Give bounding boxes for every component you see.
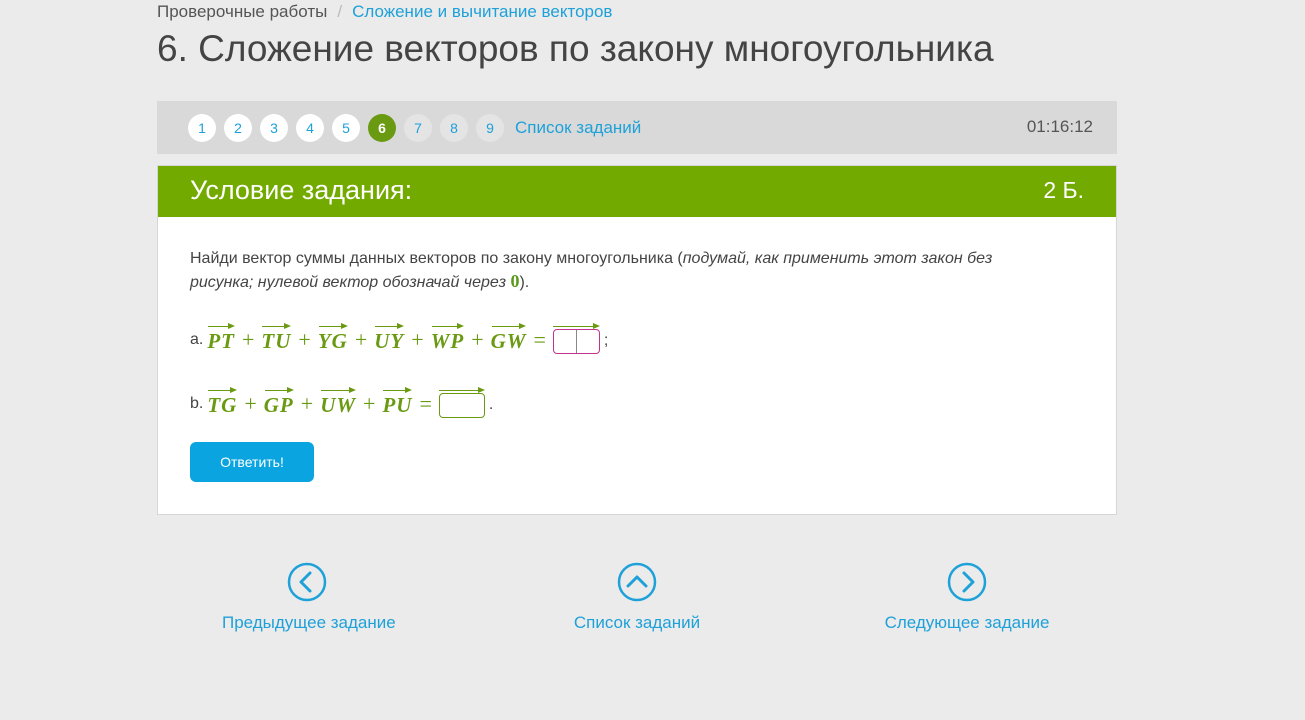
next-task-link[interactable]: Следующее задание [882,562,1052,633]
task-statement: Найди вектор суммы данных векторов по за… [190,248,1050,294]
chevron-left-circle-icon [287,562,327,602]
task-b-label: b. [190,395,204,412]
plus-sign: + [300,391,314,416]
breadcrumb: Проверочные работы / Сложение и вычитание … [157,2,612,22]
plus-sign: + [471,327,484,352]
plus-sign: + [411,327,424,352]
statement-end-text: ). [519,274,530,291]
page-button-6-current[interactable]: 6 [368,114,396,142]
page-button-8[interactable]: 8 [440,114,468,142]
submit-answer-button[interactable]: Ответить! [190,442,314,482]
previous-task-link[interactable]: Предыдущее задание [222,562,396,633]
equals-sign: = [419,391,432,416]
answer-a-letter-1-input[interactable] [553,330,576,353]
page-button-9[interactable]: 9 [476,114,504,142]
page-button-7[interactable]: 7 [404,114,432,142]
vector-uw: UW [320,387,356,418]
equals-sign: = [533,327,546,352]
chevron-up-circle-icon [617,562,657,602]
task-list-link[interactable]: Список заданий [515,118,641,138]
task-list-bottom-link[interactable]: Список заданий [562,562,712,633]
page-button-5[interactable]: 5 [332,114,360,142]
task-a-label: a. [190,331,204,348]
chevron-right-circle-icon [947,562,987,602]
vector-tg: TG [207,387,238,418]
answer-a-box [552,329,600,354]
previous-task-label: Предыдущее задание [222,613,396,632]
vector-gp: GP [264,387,294,418]
task-a-expression: a. PT + TU + YG + UY + WP + GW = ; [190,316,608,354]
task-b-end-punct: . [488,396,494,413]
breadcrumb-current[interactable]: Сложение и вычитание векторов [352,2,612,21]
answer-b-vector [438,384,485,418]
page-button-4[interactable]: 4 [296,114,324,142]
vector-uy: UY [374,323,405,354]
task-list-bottom-label: Список заданий [573,613,701,632]
task-card: Условие задания: 2 Б. Найди вектор суммы… [157,165,1117,515]
task-navigation-bar: 1 2 3 4 5 6 7 8 9 Список заданий 01:16:1… [157,101,1117,154]
page-title: 6. Сложение векторов по закону многоугол… [157,28,994,69]
vector-tu: TU [261,323,292,354]
vector-wp: WP [431,323,465,354]
vector-gw: GW [491,323,527,354]
page-button-1[interactable]: 1 [188,114,216,142]
plus-sign: + [244,391,257,416]
vector-yg: YG [318,323,348,354]
statement-main-text: Найди вектор суммы данных векторов по за… [190,250,683,267]
plus-sign: + [242,327,255,352]
answer-b-input[interactable] [439,394,484,417]
task-pages: 1 2 3 4 5 6 7 8 9 Список заданий [188,114,641,142]
next-task-label: Следующее задание [884,613,1050,632]
task-points: 2 Б. [1043,177,1084,203]
timer: 01:16:12 [1026,117,1093,136]
page-button-3[interactable]: 3 [260,114,288,142]
task-b-expression: b. TG + GP + UW + PU = . [190,380,493,418]
plus-sign: + [354,327,368,352]
vector-pu: PU [382,387,413,418]
answer-a-vector [552,320,600,354]
plus-sign: + [298,327,311,352]
task-card-header: Условие задания: 2 Б. [158,166,1116,217]
breadcrumb-separator: / [337,2,343,21]
answer-b-box [438,393,485,418]
answer-a-letter-2-input[interactable] [575,330,599,353]
vector-pt: PT [207,323,235,354]
breadcrumb-root[interactable]: Проверочные работы [157,2,327,21]
page-button-2[interactable]: 2 [224,114,252,142]
task-a-end-punct: ; [603,332,609,349]
plus-sign: + [363,391,376,416]
task-condition-title: Условие задания: [190,175,413,205]
